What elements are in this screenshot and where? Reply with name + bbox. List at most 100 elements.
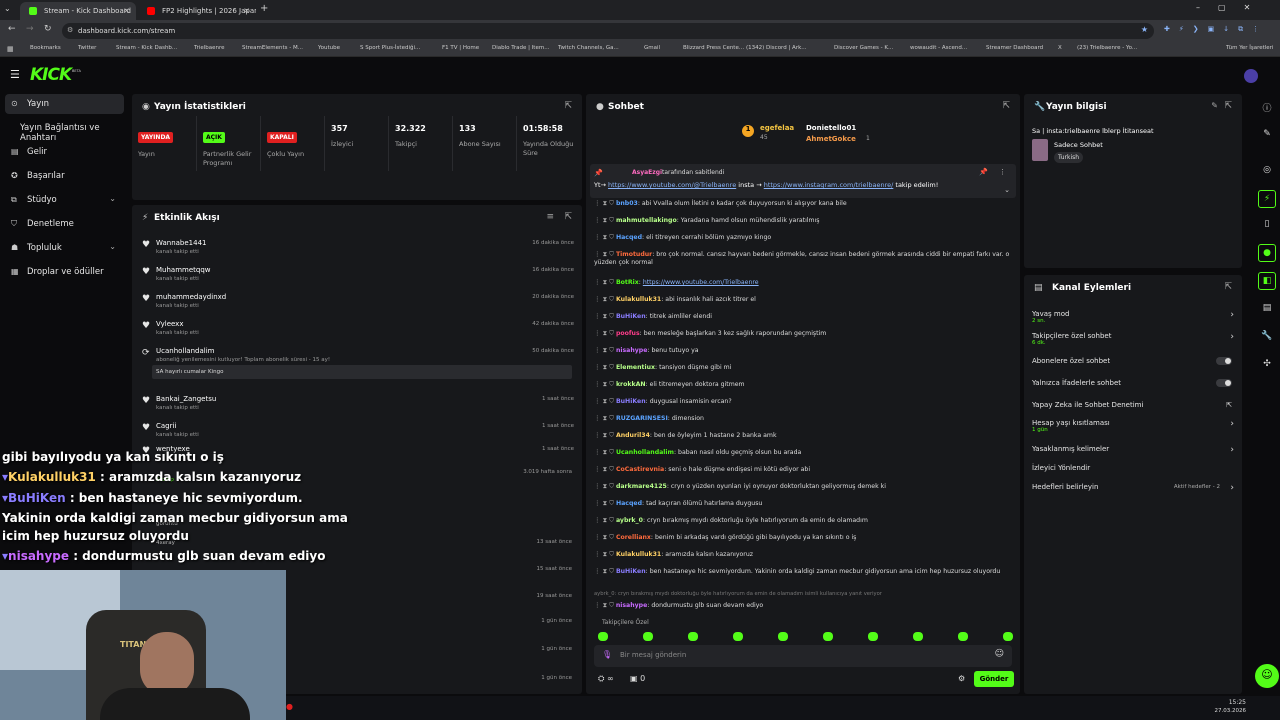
bookmark-item[interactable]: Twitter	[78, 45, 96, 51]
popout-icon[interactable]: ⇱	[1224, 101, 1232, 111]
extension-icons[interactable]: ✚⚡❯▣↓⧉⋮	[1164, 25, 1268, 34]
minimize-icon[interactable]: –	[1196, 3, 1218, 12]
mic-icon[interactable]: 🎙	[602, 650, 612, 659]
support-chat-icon[interactable]: ☺	[1255, 664, 1279, 688]
chat-link[interactable]: https://www.youtube.com/Trielbaenre	[643, 279, 759, 286]
bookmark-item[interactable]: Blizzard Press Cente...	[683, 45, 744, 51]
category-name[interactable]: Sadece Sohbet	[1054, 141, 1103, 149]
chat-username[interactable]: Timotudur	[616, 251, 652, 258]
emote-icon[interactable]	[868, 632, 878, 641]
emote-icon[interactable]	[1003, 632, 1013, 641]
mod-actions-icon[interactable]: ⋮ ⧗ ⛉	[594, 482, 616, 490]
emote-icon[interactable]	[958, 632, 968, 641]
stats-rail-icon[interactable]: ◧	[1258, 272, 1276, 290]
new-tab-button[interactable]: +	[260, 3, 268, 14]
viewers-icon[interactable]: ⛭ ∞	[598, 674, 614, 684]
bookmark-item[interactable]: Trielbaenre	[194, 45, 225, 51]
emote-icon[interactable]	[823, 632, 833, 641]
sidebar-item-1[interactable]: Yayın Bağlantısı ve Anahtarı	[5, 118, 124, 143]
apps-icon[interactable]: ▦	[7, 45, 14, 53]
chevron-right-icon[interactable]: ›	[1230, 332, 1234, 342]
mod-actions-icon[interactable]: ⋮ ⧗ ⛉	[594, 295, 616, 303]
sidebar-item-5[interactable]: ⛉ Denetleme	[5, 214, 124, 234]
bookmark-item[interactable]: Twitch Channels, Ga...	[558, 45, 619, 51]
channel-action-item[interactable]: Hedefleri belirleyin › Aktif hedefler - 2	[1032, 483, 1236, 499]
filter-icon[interactable]: ≡	[546, 212, 554, 222]
tab-list-icon[interactable]: ⌄	[4, 4, 11, 13]
chat-username[interactable]: CoCastirevnia	[616, 466, 664, 473]
back-icon[interactable]: ←	[8, 24, 16, 34]
mod-actions-icon[interactable]: ⋮ ⧗ ⛉	[594, 550, 616, 558]
sidebar-item-0[interactable]: ⊙ Yayın	[5, 94, 124, 114]
wrench-rail-icon[interactable]: 🔧	[1258, 328, 1276, 346]
bookmark-item[interactable]: Stream - Kick Dashb...	[116, 45, 177, 51]
bookmark-item[interactable]: Diablo Trade | Item...	[492, 45, 549, 51]
emote-icon[interactable]	[733, 632, 743, 641]
pin-more-icon[interactable]: ⋮	[999, 168, 1006, 176]
mod-actions-icon[interactable]: ⋮ ⧗ ⛉	[594, 499, 616, 507]
document-icon[interactable]: ▯	[1258, 216, 1276, 234]
mod-actions-icon[interactable]: ⋮ ⧗ ⛉	[594, 601, 614, 609]
chat-username[interactable]: bnb03	[616, 200, 638, 207]
mod-actions-icon[interactable]: ⋮ ⧗ ⛉	[594, 346, 616, 354]
mod-actions-icon[interactable]: ⋮ ⧗ ⛉	[594, 312, 616, 320]
lightning-rail-icon[interactable]: ⚡	[1258, 190, 1276, 208]
bookmark-item[interactable]: (23) Trielbaenre - Yo...	[1077, 45, 1137, 51]
bookmark-item[interactable]: Streamer Dashboard	[986, 45, 1043, 51]
channel-action-item[interactable]: Yapay Zeka ile Sohbet Denetimi ⇱	[1032, 401, 1236, 417]
category-thumbnail[interactable]	[1032, 139, 1048, 161]
chevron-down-icon[interactable]: ⌄	[109, 194, 116, 203]
chat-username[interactable]: Kulakulluk31	[616, 551, 661, 558]
chat-settings-icon[interactable]: ⚙	[958, 674, 965, 683]
browser-tab-kick-dashboard[interactable]: Stream - Kick Dashboard ×	[20, 2, 136, 20]
chat-username[interactable]: BuHiKen	[616, 568, 646, 575]
bookmark-item[interactable]: Bookmarks	[30, 45, 61, 51]
event-username[interactable]: muhammedaydinxd	[156, 293, 226, 301]
chat-username[interactable]: BotRix	[616, 279, 639, 286]
chevron-right-icon[interactable]: ›	[1230, 310, 1234, 320]
mod-actions-icon[interactable]: ⋮ ⧗ ⛉	[594, 516, 616, 524]
toggle-switch[interactable]	[1216, 357, 1232, 365]
sidebar-item-4[interactable]: ⧉ Stüdyo ⌄	[5, 190, 124, 210]
camera-icon[interactable]: ◎	[1258, 162, 1276, 180]
event-username[interactable]: Ucanhollandalim	[156, 347, 214, 355]
chat-username[interactable]: aybrk_0	[616, 517, 643, 524]
close-window-icon[interactable]: ✕	[1244, 3, 1269, 12]
mod-actions-icon[interactable]: ⋮ ⧗ ⛉	[594, 533, 616, 541]
forward-icon[interactable]: →	[26, 24, 34, 34]
event-username[interactable]: Cagrii	[156, 422, 176, 430]
reload-icon[interactable]: ↻	[44, 24, 52, 34]
layout-icon[interactable]: ▤	[1258, 300, 1276, 318]
channel-action-item[interactable]: Yasaklanmış kelimeler ›	[1032, 445, 1236, 461]
browser-tab-fp2-highlights[interactable]: FP2 Highlights | 2026 Japanese ×	[138, 2, 256, 20]
apps-rail-icon[interactable]: ✣	[1258, 356, 1276, 374]
sidebar-item-6[interactable]: ☗ Topluluk ⌄	[5, 238, 124, 258]
mod-actions-icon[interactable]: ⋮ ⧗ ⛉	[594, 199, 616, 207]
expand-pinned-icon[interactable]: ⌄	[1004, 186, 1010, 194]
chat-username[interactable]: Anduril34	[616, 432, 650, 439]
bookmark-item[interactable]: Gmail	[644, 45, 660, 51]
bookmark-item[interactable]: (1342) Discord | Ark...	[746, 45, 807, 51]
bookmark-item[interactable]: wowaudit - Ascend...	[910, 45, 967, 51]
event-username[interactable]: Muhammetqqw	[156, 266, 211, 274]
mod-actions-icon[interactable]: ⋮ ⧗ ⛉	[594, 233, 616, 241]
popout-icon[interactable]: ⇱	[564, 212, 572, 222]
chat-username[interactable]: darkmare4125	[616, 483, 667, 490]
chat-username[interactable]: Ucanhollandalim	[616, 449, 674, 456]
mod-actions-icon[interactable]: ⋮ ⧗ ⛉	[594, 380, 616, 388]
tab-close-icon[interactable]: ×	[123, 6, 130, 15]
mod-actions-icon[interactable]: ⋮ ⧗ ⛉	[594, 250, 616, 258]
sidebar-item-7[interactable]: ▦ Droplar ve ödüller	[5, 262, 124, 282]
all-bookmarks[interactable]: Tüm Yer İşaretleri	[1226, 45, 1273, 51]
chat-username[interactable]: BuHiKen	[616, 313, 646, 320]
url-input[interactable]: ⚙ dashboard.kick.com/stream ★	[62, 23, 1154, 39]
event-username[interactable]: Vyleexx	[156, 320, 183, 328]
chevron-down-icon[interactable]: ⌄	[109, 242, 116, 251]
mod-actions-icon[interactable]: ⋮ ⧗ ⛉	[594, 465, 616, 473]
external-link-icon[interactable]: ⇱	[1226, 401, 1232, 409]
chat-username[interactable]: Kulakulluk31	[616, 296, 661, 303]
bookmark-item[interactable]: X	[1058, 45, 1062, 51]
kick-logo[interactable]: KICK	[30, 65, 72, 85]
emoji-icon[interactable]: ☺	[995, 649, 1004, 659]
chat-username[interactable]: nisahype	[616, 602, 647, 609]
